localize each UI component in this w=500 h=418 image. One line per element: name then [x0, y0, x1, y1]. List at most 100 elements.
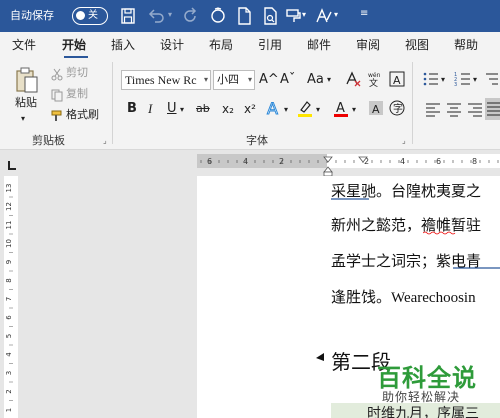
shaded-paragraph-text: 时维九月，序属三	[367, 407, 479, 418]
ruler-number: 4	[5, 352, 13, 357]
font-color-icon[interactable]: A	[332, 99, 350, 117]
align-right-icon[interactable]	[466, 100, 484, 118]
toggle-knob	[76, 11, 85, 20]
cut-icon[interactable]	[50, 66, 64, 81]
ruler-number: 8	[5, 278, 13, 282]
undo-dropdown-icon[interactable]: ▾	[168, 11, 176, 19]
paste-dropdown-icon[interactable]: ▾	[21, 112, 25, 126]
tab-review[interactable]: 审阅	[356, 36, 380, 54]
title-bar: 自动保存 关 ▾ ▾ ▾ ≡	[0, 0, 500, 32]
clipboard-group-label: 剪贴板	[32, 134, 65, 147]
ruler-number: 9	[5, 260, 13, 264]
text-effects-icon[interactable]	[314, 6, 334, 26]
enclose-characters-icon[interactable]: 字	[388, 99, 406, 117]
tab-references[interactable]: 引用	[258, 36, 282, 54]
font-size-value: 小四	[217, 73, 239, 86]
clipboard-launcher-icon[interactable]: ⌟	[103, 137, 112, 146]
highlight-icon[interactable]	[296, 99, 314, 117]
justify-icon[interactable]	[485, 98, 500, 120]
font-name-select[interactable]: Times New Rc ▾	[121, 70, 211, 90]
change-case-button[interactable]: Aa	[307, 72, 324, 88]
group-separator	[112, 62, 113, 144]
character-shading-icon[interactable]: A	[367, 99, 385, 117]
svg-text:A: A	[372, 103, 380, 116]
tab-file[interactable]: 文件	[12, 36, 36, 54]
multilevel-list-icon[interactable]	[484, 70, 500, 88]
touch-mode-icon[interactable]	[208, 6, 228, 26]
ruler-number: 6	[207, 157, 212, 166]
new-document-icon[interactable]	[234, 6, 254, 26]
svg-text:A: A	[267, 99, 278, 117]
ruler-ticks: 642246810	[200, 156, 499, 176]
tab-selector-icon[interactable]	[6, 156, 18, 170]
redo-icon[interactable]	[180, 6, 200, 26]
underline-dropdown-icon[interactable]: ▾	[180, 103, 184, 117]
numbering-dropdown-icon[interactable]: ▾	[473, 73, 477, 87]
print-preview-icon[interactable]	[260, 6, 280, 26]
tab-view[interactable]: 视图	[405, 36, 429, 54]
bold-button[interactable]: B	[127, 101, 137, 117]
paste-button[interactable]: 粘贴	[15, 96, 37, 110]
character-border-icon[interactable]: A	[388, 70, 406, 88]
toggle-state-label: 关	[88, 10, 98, 21]
svg-text:A: A	[336, 101, 345, 116]
bullets-dropdown-icon[interactable]: ▾	[441, 73, 445, 87]
underline-button[interactable]: U	[167, 101, 177, 117]
svg-text:A: A	[393, 74, 401, 87]
copy-icon[interactable]	[50, 87, 64, 102]
tab-design[interactable]: 设计	[160, 36, 184, 54]
tab-mailings[interactable]: 邮件	[307, 36, 331, 54]
clear-formatting-icon[interactable]	[344, 70, 362, 88]
ruler-number: 4	[400, 157, 405, 166]
phonetic-guide-icon[interactable]: wén 文	[366, 70, 384, 89]
proofing-underline	[331, 198, 369, 200]
collapse-heading-icon[interactable]	[314, 352, 328, 362]
group-separator	[412, 62, 413, 144]
font-launcher-icon[interactable]: ⌟	[402, 137, 411, 146]
format-dropdown-icon[interactable]: ▾	[302, 11, 310, 19]
tab-home[interactable]: 开始	[62, 36, 86, 54]
tab-insert[interactable]: 插入	[111, 36, 135, 54]
ribbon-home: 粘贴 ▾ 剪切 复制 格式刷 剪贴板 ⌟ Times New Rc ▾ 小四 ▾…	[0, 58, 500, 150]
tab-layout[interactable]: 布局	[209, 36, 233, 54]
numbering-icon[interactable]: 123	[454, 70, 472, 88]
save-icon[interactable]	[118, 6, 138, 26]
paste-icon[interactable]	[12, 66, 40, 94]
chevron-down-icon: ▾	[203, 75, 208, 84]
subscript-button[interactable]: x₂	[222, 101, 234, 117]
change-case-dropdown-icon[interactable]: ▾	[327, 73, 331, 87]
undo-icon[interactable]	[146, 6, 166, 26]
highlight-dropdown-icon[interactable]: ▾	[316, 103, 320, 117]
ruler-number: 3	[5, 371, 13, 375]
svg-text:3: 3	[454, 82, 457, 88]
format-painter-button[interactable]: 格式刷	[66, 108, 99, 122]
font-group-label: 字体	[246, 134, 268, 147]
copy-button[interactable]: 复制	[66, 87, 88, 101]
text-effects-ribbon-icon[interactable]: A	[265, 99, 283, 119]
shrink-font-button[interactable]: Aˇ	[280, 72, 295, 88]
grow-font-button[interactable]: A^	[259, 72, 279, 88]
ruler-number: 7	[5, 297, 13, 301]
format-painter-icon[interactable]	[284, 6, 304, 26]
cut-button[interactable]: 剪切	[66, 66, 88, 80]
bullets-icon[interactable]	[422, 70, 440, 88]
format-painter-brush-icon[interactable]	[50, 108, 64, 122]
strikethrough-button[interactable]: ab	[196, 101, 210, 117]
text-effects-dropdown-icon[interactable]: ▾	[334, 11, 342, 19]
customize-toolbar-icon[interactable]: ≡	[360, 9, 368, 19]
grammar-underline	[453, 267, 500, 269]
superscript-button[interactable]: x²	[244, 101, 256, 117]
tab-help[interactable]: 帮助	[454, 36, 478, 54]
italic-button[interactable]: I	[148, 101, 152, 117]
ruler-number: 4	[243, 157, 248, 166]
autosave-toggle[interactable]: 关	[72, 7, 108, 25]
font-size-select[interactable]: 小四 ▾	[213, 70, 255, 90]
ruler-number: 13	[5, 184, 13, 193]
shaded-paragraph: 时维九月，序属三	[331, 403, 500, 418]
ruler-number: 1	[5, 408, 13, 412]
align-center-icon[interactable]	[445, 100, 463, 118]
font-color-dropdown-icon[interactable]: ▾	[352, 103, 356, 117]
align-left-icon[interactable]	[424, 100, 442, 118]
watermark-subtitle: 助你轻松解决	[382, 390, 461, 404]
text-effects-dropdown-icon[interactable]: ▾	[284, 103, 288, 117]
